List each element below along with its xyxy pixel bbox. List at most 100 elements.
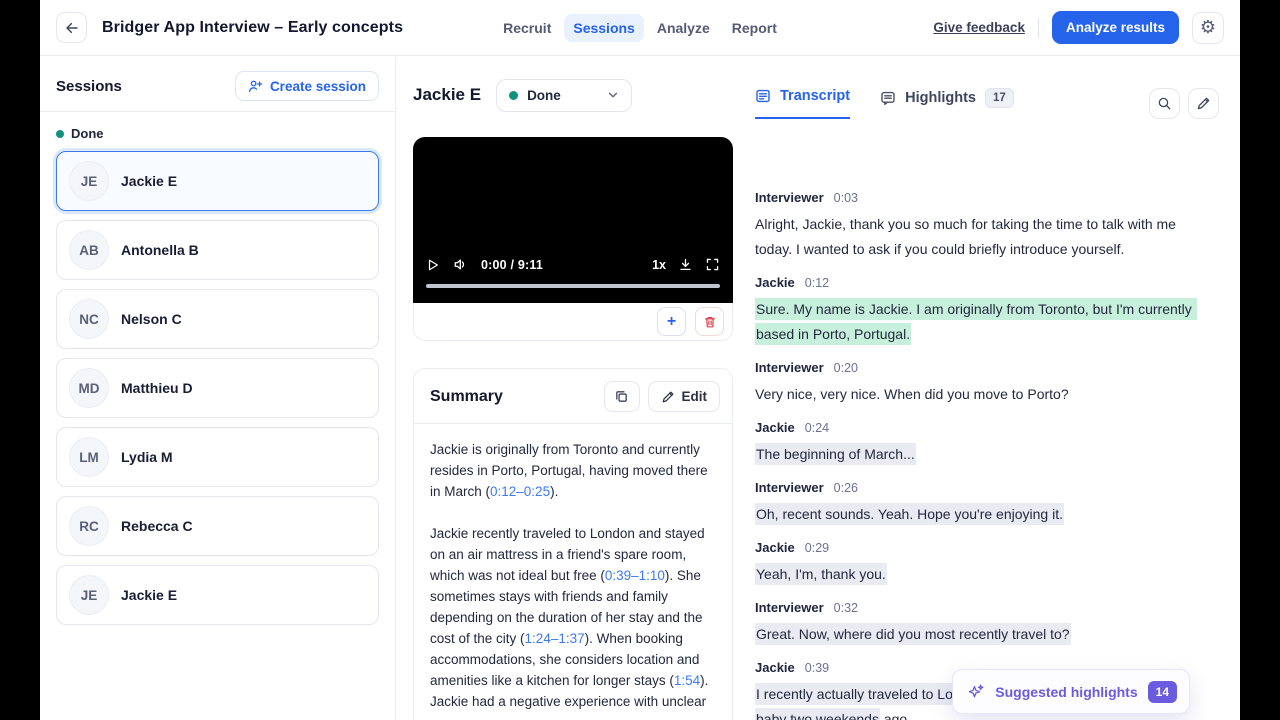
transcript-entry[interactable]: Interviewer 0:20 Very nice, very nice. W… <box>755 360 1205 407</box>
page-title: Bridger App Interview – Early concepts <box>102 18 404 36</box>
header-actions: Give feedback Analyze results ⚙ <box>933 11 1224 44</box>
suggested-highlights-button[interactable]: Suggested highlights 14 <box>952 669 1190 714</box>
avatar: MD <box>69 368 109 408</box>
entry-text: Yeah, I'm, thank you. <box>755 562 1205 587</box>
summary-paragraph: Jackie is originally from Toronto and cu… <box>430 442 708 499</box>
session-title: Jackie E <box>413 85 482 104</box>
summary-paragraph: Jackie recently traveled to London and s… <box>430 526 709 709</box>
session-name: Lydia M <box>121 449 173 465</box>
transcript-entry[interactable]: Jackie 0:24 The beginning of March... <box>755 420 1205 467</box>
playback-speed-button[interactable]: 1x <box>652 258 666 272</box>
give-feedback-link[interactable]: Give feedback <box>933 20 1025 35</box>
avatar: NC <box>69 299 109 339</box>
transcript-entry[interactable]: Interviewer 0:26 Oh, recent sounds. Yeah… <box>755 480 1205 527</box>
video-download-icon[interactable] <box>678 257 693 272</box>
speaker-name: Interviewer <box>755 360 824 375</box>
back-button[interactable] <box>56 12 87 43</box>
breadcrumb-label: Sessions <box>573 19 635 36</box>
video-screen[interactable]: 0:00 / 9:11 1x <box>413 137 733 303</box>
speaker-name: Interviewer <box>755 480 824 495</box>
suggested-highlights-count: 14 <box>1147 680 1177 703</box>
analyze-results-button[interactable]: Analyze results <box>1051 11 1179 44</box>
trash-icon <box>704 316 715 327</box>
timestamp-link[interactable]: 1:24–1:37 <box>525 631 585 646</box>
search-icon <box>1158 97 1171 110</box>
edit-summary-label: Edit <box>681 389 708 404</box>
session-card[interactable]: JE Jackie E <box>56 565 379 625</box>
breadcrumb-item[interactable]: Recruit <box>494 14 560 42</box>
session-card[interactable]: MD Matthieu D <box>56 358 379 418</box>
highlights-count-badge: 17 <box>985 88 1014 108</box>
timestamp-link[interactable]: 0:39–1:10 <box>605 568 665 583</box>
add-clip-button[interactable]: + <box>657 307 686 336</box>
tab-highlights[interactable]: Highlights 17 <box>880 88 1014 121</box>
breadcrumb-label: Recruit <box>503 19 552 36</box>
entry-text: The beginning of March... <box>755 442 1205 467</box>
transcript-lines-icon <box>755 88 771 104</box>
transcript-entry[interactable]: Jackie 0:12 Sure. My name is Jackie. I a… <box>755 275 1205 347</box>
volume-icon[interactable] <box>453 257 468 272</box>
avatar: AB <box>69 230 109 270</box>
gear-icon: ⚙ <box>1199 17 1217 38</box>
done-status-dot <box>56 129 64 138</box>
entry-text: Great. Now, where did you most recently … <box>755 622 1205 647</box>
speaker-name: Interviewer <box>755 190 824 205</box>
breadcrumb-item[interactable]: Sessions <box>564 13 644 42</box>
edit-summary-button[interactable]: Edit <box>647 381 720 412</box>
tab-transcript[interactable]: Transcript <box>755 88 851 119</box>
transcript-entry[interactable]: Interviewer 0:03 Alright, Jackie, thank … <box>755 190 1205 262</box>
create-session-button[interactable]: Create session <box>234 71 379 101</box>
app-header: Bridger App Interview – Early concepts R… <box>40 0 1240 56</box>
breadcrumb-item[interactable]: Report <box>723 14 786 42</box>
session-card[interactable]: AB Antonella B <box>56 220 379 280</box>
settings-button[interactable]: ⚙ <box>1192 11 1224 44</box>
status-group-label: Done <box>56 126 379 141</box>
sidebar-header: Sessions Create session <box>40 57 395 111</box>
session-card[interactable]: LM Lydia M <box>56 427 379 487</box>
letterbox-left <box>0 0 40 720</box>
copy-summary-button[interactable] <box>603 381 640 412</box>
entry-text: Very nice, very nice. When did you move … <box>755 386 1069 402</box>
transcript-tabs: Transcript Highlights 17 <box>755 88 1219 121</box>
pencil-icon <box>1197 97 1210 110</box>
video-controls-right: 1x <box>652 257 720 272</box>
header-divider <box>1037 17 1039 38</box>
speaker-name: Jackie <box>755 660 795 675</box>
delete-video-button[interactable] <box>695 307 724 336</box>
session-name: Jackie E <box>121 587 178 603</box>
screen: Bridger App Interview – Early concepts R… <box>0 0 1280 720</box>
comment-icon <box>880 90 896 106</box>
status-dropdown[interactable]: Done <box>496 78 633 112</box>
timestamp-link[interactable]: 0:12–0:25 <box>490 484 550 499</box>
sparkles-icon <box>967 683 985 701</box>
search-transcript-button[interactable] <box>1149 88 1180 119</box>
summary-card: Summary Edit Jackie is originally from T… <box>413 368 733 720</box>
session-name: Matthieu D <box>121 380 193 396</box>
pencil-icon <box>662 391 673 402</box>
breadcrumb: Recruit Sessions Analyze Report <box>494 13 786 42</box>
play-icon[interactable] <box>426 258 440 272</box>
edit-transcript-button[interactable] <box>1188 88 1219 119</box>
session-card[interactable]: RC Rebecca C <box>56 496 379 556</box>
transcript-entry[interactable]: Jackie 0:29 Yeah, I'm, thank you. <box>755 540 1205 587</box>
video-progress-bar[interactable] <box>426 284 720 288</box>
fullscreen-icon[interactable] <box>705 257 720 272</box>
session-card[interactable]: NC Nelson C <box>56 289 379 349</box>
entry-text: Alright, Jackie, thank you so much for t… <box>755 216 1180 257</box>
breadcrumb-item[interactable]: Analyze <box>648 14 719 42</box>
transcript-entry[interactable]: Interviewer 0:32 Great. Now, where did y… <box>755 600 1205 647</box>
session-name: Antonella B <box>121 242 199 258</box>
person-plus-icon <box>248 80 263 92</box>
breadcrumb-label: Analyze <box>656 19 710 36</box>
session-card[interactable]: JE Jackie E <box>56 151 379 211</box>
status-dropdown-value: Done <box>527 87 561 103</box>
video-controls: 0:00 / 9:11 1x <box>426 257 720 272</box>
transcript-entries: Interviewer 0:03 Alright, Jackie, thank … <box>755 190 1205 720</box>
entry-text: Oh, recent sounds. Yeah. Hope you're enj… <box>755 502 1205 527</box>
timestamp-link[interactable]: 1:54 <box>674 673 700 688</box>
avatar: RC <box>69 506 109 546</box>
speaker-name: Jackie <box>755 420 795 435</box>
status-dot <box>509 90 519 100</box>
sidebar-title: Sessions <box>56 77 122 95</box>
video-footer: + <box>413 303 733 341</box>
